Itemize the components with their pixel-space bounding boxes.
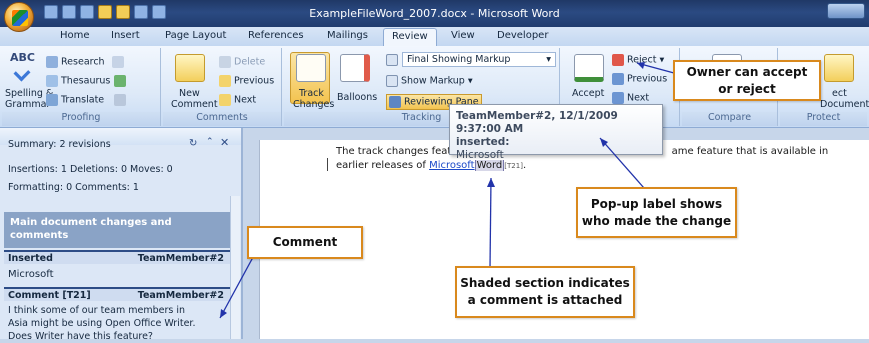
reject-button[interactable]: Reject ▾ (612, 54, 664, 66)
thesaurus-icon (46, 75, 58, 87)
previous-comment-button[interactable]: Previous (219, 75, 274, 87)
show-markup-button[interactable]: Show Markup ▾ (386, 75, 473, 87)
spelling-abc-icon: ABC (10, 51, 35, 64)
thesaurus-button[interactable]: Thesaurus (46, 75, 110, 87)
word-count-icon[interactable] (114, 94, 129, 106)
delete-comment-button[interactable]: Delete (219, 56, 265, 68)
proofing-label: Proofing (2, 112, 160, 126)
display-for-review-select[interactable]: Final Showing Markup ▾ (402, 52, 556, 67)
comments-group: New Comment Delete Previous Next Comment… (163, 48, 282, 126)
revision-body-inserted[interactable]: Microsoft (8, 268, 54, 281)
tab-home[interactable]: Home (60, 30, 90, 41)
revision-type: Comment [T21] (8, 290, 91, 301)
track-changes-label-1: Track (299, 88, 324, 99)
main-document-changes-header: Main document changes and comments (4, 212, 230, 248)
tab-page-layout[interactable]: Page Layout (165, 30, 226, 41)
reject-icon (612, 54, 624, 66)
window-control-buttons[interactable] (827, 3, 865, 19)
track-changes-label-2: Changes (293, 99, 335, 110)
language-dropdown-icon[interactable] (112, 56, 127, 68)
tooltip-action: inserted: (456, 136, 510, 148)
balloons-button[interactable]: Balloons (337, 92, 377, 103)
revision-summary: Summary: 2 revisions (8, 139, 111, 150)
expand-icon[interactable]: ⌃ (206, 137, 214, 147)
translate-button[interactable]: Translate (46, 94, 104, 106)
tab-view[interactable]: View (451, 30, 475, 41)
tab-developer[interactable]: Developer (497, 30, 548, 41)
balloons-icon (340, 54, 370, 82)
delete-comment-icon (219, 56, 231, 68)
tab-references[interactable]: References (248, 30, 304, 41)
refresh-icon[interactable]: ↻ (189, 138, 197, 149)
comment-callout: Comment (247, 226, 363, 259)
show-markup-icon (386, 75, 398, 87)
new-comment-label-1[interactable]: New (179, 88, 200, 99)
protect-document-label-1[interactable]: ect (832, 88, 847, 99)
tooltip-header: TeamMember#2, 12/1/2009 9:37:00 AM (456, 110, 618, 135)
revision-author: TeamMember#2 (137, 253, 224, 264)
new-comment-label-2[interactable]: Comment (171, 99, 218, 110)
next-change-button[interactable]: Next (612, 92, 649, 104)
display-for-review-icon (386, 54, 401, 66)
research-button[interactable]: Research (46, 56, 105, 68)
change-bar (327, 158, 328, 171)
tab-mailings[interactable]: Mailings (327, 30, 368, 41)
previous-change-button[interactable]: Previous (612, 73, 667, 85)
shaded-callout: Shaded section indicates a comment is att… (455, 266, 635, 318)
revision-header-inserted[interactable]: Inserted TeamMember#2 (4, 250, 230, 264)
research-icon (46, 56, 58, 68)
accept-button[interactable]: Accept (572, 88, 604, 99)
ribbon-tabs: Home Insert Page Layout References Maili… (0, 27, 869, 46)
reviewing-pane-scrollbar[interactable] (230, 196, 240, 339)
next-comment-button[interactable]: Next (219, 94, 256, 106)
grammar-label[interactable]: Grammar (5, 99, 50, 110)
checkmark-icon (13, 64, 31, 82)
chevron-down-icon: ▾ (546, 54, 551, 65)
revision-header-comment[interactable]: Comment [T21] TeamMember#2 (4, 287, 230, 301)
accept-icon (574, 54, 604, 82)
office-logo-icon (12, 10, 28, 26)
previous-change-icon (612, 73, 624, 85)
compare-label: Compare (682, 112, 777, 126)
proofing-group: ABC Spelling & Grammar Research Thesauru… (2, 48, 161, 126)
revision-type: Inserted (8, 253, 53, 264)
reviewing-pane: Summary: 2 revisions ↻ ⌃ ✕ Insertions: 1… (0, 128, 243, 342)
revision-author: TeamMember#2 (137, 290, 224, 301)
track-changes-icon (296, 54, 326, 82)
comment-text-line-1[interactable]: I think some of our team members in (8, 304, 185, 317)
window-title: ExampleFileWord_2007.docx - Microsoft Wo… (309, 7, 560, 20)
revision-tooltip: TeamMember#2, 12/1/2009 9:37:00 AM inser… (449, 104, 663, 161)
comment-text-line-3[interactable]: Does Writer have this feature? (8, 330, 153, 343)
close-icon[interactable]: ✕ (220, 136, 229, 149)
next-comment-icon (219, 94, 231, 106)
comment-marker[interactable]: [T21] (504, 162, 523, 170)
comment-text-line-2[interactable]: Asia might be using Open Office Writer. (8, 317, 195, 330)
new-comment-icon (175, 54, 205, 82)
set-language-icon[interactable] (114, 75, 129, 87)
revision-counts-1: Insertions: 1 Deletions: 0 Moves: 0 (8, 164, 173, 175)
translate-icon (46, 94, 58, 106)
protect-label: Protect (780, 112, 867, 126)
previous-comment-icon (219, 75, 231, 87)
tab-insert[interactable]: Insert (111, 30, 140, 41)
lock-icon (824, 54, 854, 82)
reviewing-pane-icon (389, 96, 401, 108)
tab-review[interactable]: Review (383, 28, 437, 46)
popup-callout: Pop-up label shows who made the change (576, 187, 737, 238)
comments-label: Comments (163, 112, 281, 126)
tooltip-text: Microsoft (456, 149, 504, 161)
owner-callout: Owner can accept or reject (673, 60, 821, 101)
office-button[interactable] (4, 2, 34, 32)
title-bar: ExampleFileWord_2007.docx - Microsoft Wo… (0, 0, 869, 27)
revision-counts-2: Formatting: 0 Comments: 1 (8, 182, 139, 193)
next-change-icon (612, 92, 624, 104)
protect-document-label-2[interactable]: Document (820, 99, 869, 110)
